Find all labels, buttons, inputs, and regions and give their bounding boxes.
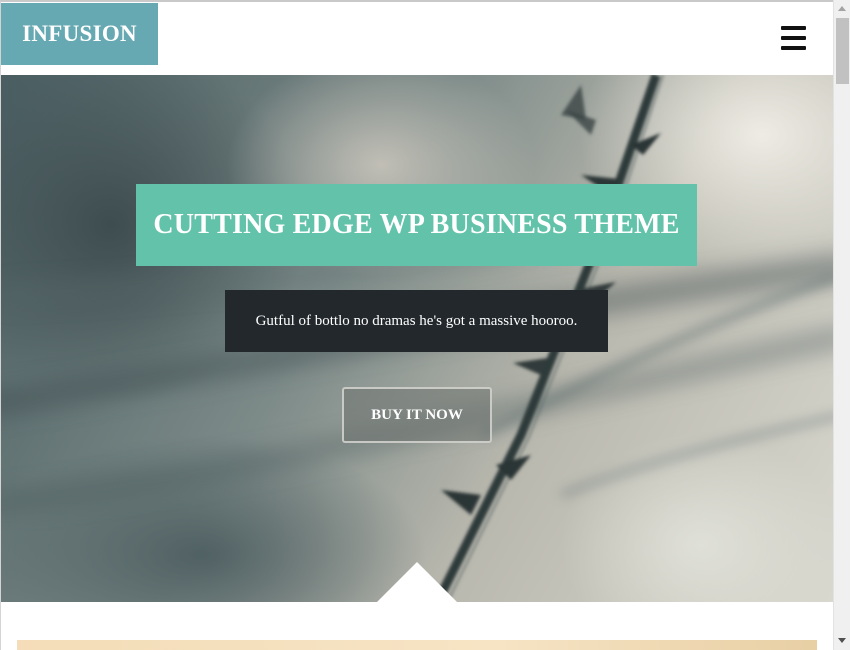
scroll-down-arrow-icon[interactable]	[838, 638, 846, 643]
menu-bar	[781, 46, 806, 50]
hero-banner: CUTTING EDGE WP BUSINESS THEME Gutful of…	[1, 75, 833, 602]
scroll-up-arrow-icon[interactable]	[838, 6, 846, 11]
scroll-thumb[interactable]	[836, 18, 849, 84]
hero-title: CUTTING EDGE WP BUSINESS THEME	[136, 184, 697, 266]
menu-bar	[781, 36, 806, 40]
site-logo[interactable]: INFUSION	[1, 3, 158, 65]
menu-bar	[781, 26, 806, 30]
next-section-image	[17, 640, 817, 650]
hero-subtitle: Gutful of bottlo no dramas he's got a ma…	[225, 290, 608, 352]
hamburger-menu-icon[interactable]	[781, 26, 807, 50]
hero-notch-triangle	[377, 562, 457, 602]
buy-it-now-button[interactable]: BUY IT NOW	[342, 387, 492, 443]
vertical-scrollbar[interactable]	[833, 0, 850, 650]
page-viewport: INFUSION CUTTING EDGE WP BUSINESS THEME …	[0, 0, 833, 650]
site-header: INFUSION	[1, 2, 833, 75]
